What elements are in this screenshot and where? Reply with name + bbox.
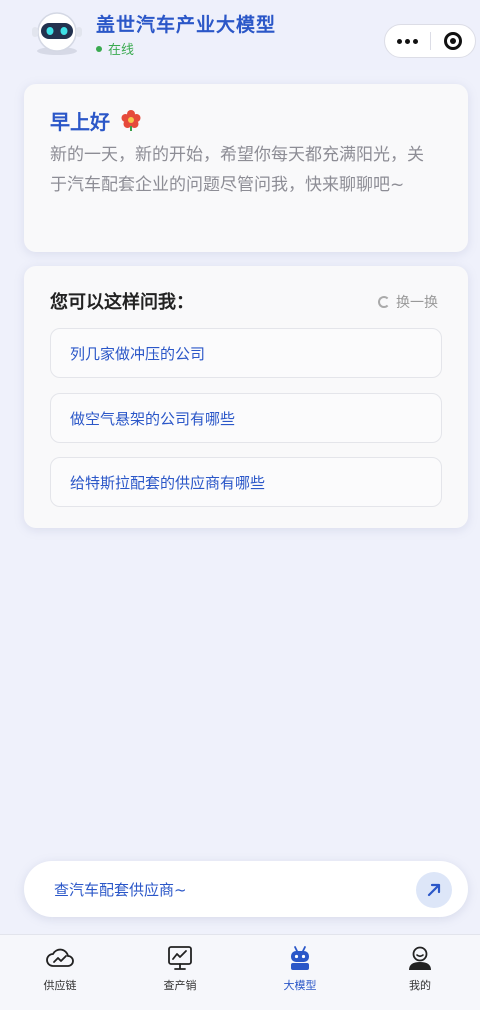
app-title: 盖世汽车产业大模型 [96, 14, 277, 36]
tab-profile[interactable]: 我的 [360, 935, 480, 1010]
tab-label: 供应链 [43, 979, 77, 992]
android-robot-icon [285, 943, 315, 973]
robot-avatar-icon [32, 12, 82, 55]
suggestions-card: 您可以这样问我： 换一换 列几家做冲压的公司 做空气悬架的公司有哪些 给特斯拉配… [24, 266, 468, 528]
monitor-chart-icon [165, 943, 195, 973]
tab-sales-query[interactable]: 查产销 [120, 935, 240, 1010]
arrow-up-right-icon [427, 883, 441, 897]
top-bar: 盖世汽车产业大模型 在线 [0, 0, 480, 70]
more-menu-button[interactable] [385, 25, 430, 57]
greeting-title: 早上好 [50, 106, 442, 134]
tab-label: 我的 [409, 979, 431, 992]
bottom-tab-bar: 供应链 查产销 大模型 我的 [0, 934, 480, 1010]
close-program-button[interactable] [431, 25, 475, 57]
tab-label: 查产销 [163, 979, 197, 992]
greeting-card: 早上好 新的一天，新的开始，希望你每天都充满阳光，关于汽车配套企业的问题尽管问我… [24, 84, 468, 252]
refresh-icon [378, 296, 390, 308]
suggestion-item[interactable]: 做空气悬架的公司有哪些 [50, 393, 442, 443]
suggestion-item[interactable]: 列几家做冲压的公司 [50, 328, 442, 378]
refresh-label: 换一换 [396, 295, 438, 311]
online-status: 在线 [96, 39, 134, 58]
suggestion-item[interactable]: 给特斯拉配套的供应商有哪些 [50, 457, 442, 507]
status-label: 在线 [108, 43, 135, 58]
tab-large-model[interactable]: 大模型 [240, 935, 360, 1010]
mini-program-capsule [384, 24, 476, 58]
tab-label: 大模型 [283, 979, 317, 992]
user-icon [405, 943, 435, 973]
online-dot-icon [96, 45, 102, 52]
flower-icon [121, 110, 141, 131]
tab-supply-chain[interactable]: 供应链 [0, 935, 120, 1010]
greeting-title-text: 早上好 [50, 109, 110, 134]
send-button[interactable] [416, 872, 452, 908]
chat-input-bar[interactable]: 查汽车配套供应商~ [24, 861, 468, 917]
target-icon [443, 32, 462, 50]
cloud-chart-icon [45, 943, 75, 973]
greeting-message: 新的一天，新的开始，希望你每天都充满阳光，关于汽车配套企业的问题尽管问我，快来聊… [50, 145, 424, 195]
chat-input[interactable]: 查汽车配套供应商~ [54, 879, 187, 900]
refresh-suggestions-button[interactable]: 换一换 [378, 292, 438, 312]
